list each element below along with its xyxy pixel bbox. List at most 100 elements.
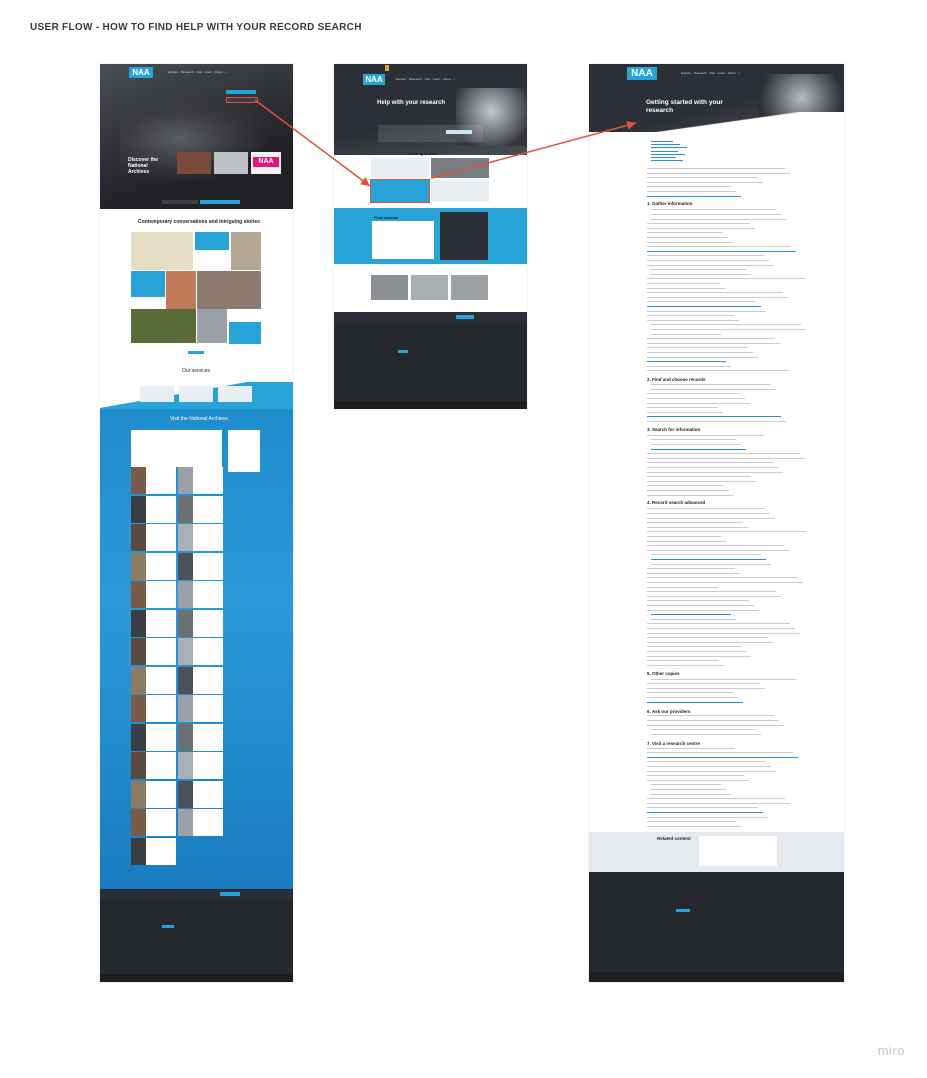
related-content-list[interactable]	[699, 836, 777, 866]
related-card-3[interactable]	[451, 275, 488, 300]
exhibition-card[interactable]	[131, 524, 176, 551]
body-text-line	[647, 536, 721, 537]
toc-link[interactable]	[651, 141, 673, 142]
body-text-line	[647, 306, 761, 307]
story-tile-blue-3[interactable]	[229, 322, 261, 344]
top-bar-highlight[interactable]	[385, 65, 389, 71]
story-tile-portrait[interactable]	[231, 232, 261, 270]
exhibition-card-image	[178, 524, 193, 551]
visit-filter-panel[interactable]	[228, 430, 260, 472]
service-card-1[interactable]	[140, 386, 174, 402]
related-card-1[interactable]	[371, 275, 408, 300]
hero-search-input[interactable]	[162, 200, 198, 204]
related-card-2[interactable]	[411, 275, 448, 300]
find-records-dark-card[interactable]	[440, 212, 488, 260]
exhibition-card[interactable]	[178, 638, 223, 665]
body-text-line	[647, 701, 743, 703]
story-tile-blue-1[interactable]	[195, 232, 229, 250]
research-search-button[interactable]	[446, 130, 472, 134]
site-logo[interactable]: NAA	[627, 67, 657, 80]
body-text-line	[647, 568, 735, 570]
exhibition-card[interactable]	[178, 609, 223, 637]
body-text-line	[651, 563, 771, 565]
body-text-line	[647, 687, 765, 689]
exhibition-card-image	[178, 581, 193, 608]
exhibition-card[interactable]	[131, 467, 176, 494]
hero-card-2[interactable]	[214, 152, 248, 174]
exhibition-card[interactable]	[131, 752, 176, 779]
hero-cta-button-primary[interactable]	[226, 90, 256, 94]
body-text-line	[647, 779, 749, 781]
story-tile-group[interactable]	[131, 309, 196, 343]
guide-card-4[interactable]	[431, 180, 489, 202]
toc-link[interactable]	[651, 160, 683, 162]
exhibition-card-image	[178, 809, 193, 836]
main-nav[interactable]: Explore · Research · Visit · Learn · Abo…	[396, 77, 455, 81]
footer-bottom-bar	[334, 401, 527, 409]
story-tile-map[interactable]	[131, 232, 193, 270]
exhibition-card[interactable]	[131, 609, 176, 637]
toc-link[interactable]	[651, 153, 685, 155]
site-logo[interactable]: NAA	[129, 67, 153, 78]
exhibition-card[interactable]	[178, 695, 223, 722]
exhibition-card[interactable]	[178, 752, 223, 779]
story-tile-dancers[interactable]	[166, 271, 196, 309]
find-records-list[interactable]	[372, 221, 434, 259]
visit-feature-card[interactable]	[131, 430, 222, 467]
body-text-line	[647, 287, 725, 289]
guide-card-1[interactable]	[371, 158, 429, 178]
toc-link[interactable]	[651, 144, 680, 146]
exhibition-card[interactable]	[131, 666, 176, 694]
hero-search-button[interactable]	[200, 200, 240, 204]
guide-card-2[interactable]	[431, 158, 489, 178]
newsletter-button[interactable]	[456, 315, 474, 319]
footer-subscribe-button[interactable]	[162, 925, 174, 928]
exhibition-card[interactable]	[131, 581, 176, 608]
exhibition-card[interactable]	[178, 495, 223, 523]
body-text-line	[651, 333, 721, 335]
stories-more-button[interactable]	[188, 351, 204, 354]
newsletter-button[interactable]	[220, 892, 240, 896]
body-text-line	[647, 807, 758, 809]
toc-link[interactable]	[651, 147, 687, 149]
exhibition-card[interactable]	[131, 552, 176, 580]
body-text-line	[647, 356, 758, 358]
exhibition-card[interactable]	[178, 666, 223, 694]
body-text-line	[647, 453, 800, 455]
body-text-line	[647, 770, 776, 772]
exhibition-card[interactable]	[131, 809, 176, 836]
exhibition-card[interactable]	[178, 723, 223, 751]
exhibition-card[interactable]	[131, 837, 176, 865]
service-card-2[interactable]	[179, 386, 213, 402]
site-logo[interactable]: NAA	[363, 74, 385, 85]
story-tile-people[interactable]	[197, 271, 261, 309]
exhibition-card[interactable]	[178, 552, 223, 580]
body-text-line	[647, 237, 728, 238]
body-text-line	[647, 296, 788, 298]
service-card-3[interactable]	[218, 386, 252, 402]
exhibition-card[interactable]	[178, 809, 223, 836]
exhibition-card[interactable]	[178, 581, 223, 608]
exhibition-card[interactable]	[131, 638, 176, 665]
guide-card-getting-started[interactable]	[370, 179, 430, 203]
exhibition-card-image	[131, 609, 146, 637]
footer-subscribe-button[interactable]	[398, 350, 408, 353]
exhibition-card[interactable]	[178, 467, 223, 494]
main-nav[interactable]: Explore · Research · Visit · Learn · Abo…	[681, 71, 740, 75]
hero-cta-button-secondary[interactable]	[226, 97, 258, 103]
toc-link[interactable]	[651, 150, 678, 152]
exhibition-card[interactable]	[131, 695, 176, 722]
main-nav[interactable]: Explore · Research · Visit · Learn · Abo…	[168, 70, 227, 74]
exhibition-card[interactable]	[178, 780, 223, 808]
story-tile-bw[interactable]	[197, 309, 227, 343]
exhibition-card[interactable]	[178, 524, 223, 551]
exhibition-card[interactable]	[131, 723, 176, 751]
exhibition-card[interactable]	[131, 495, 176, 523]
exhibition-card[interactable]	[131, 780, 176, 808]
toc-link[interactable]	[651, 157, 676, 158]
story-tile-blue-2[interactable]	[131, 271, 165, 297]
body-text-line	[647, 531, 806, 533]
hero-card-1[interactable]	[177, 152, 211, 174]
footer-subscribe-button[interactable]	[676, 909, 690, 912]
body-text-line	[647, 517, 775, 519]
